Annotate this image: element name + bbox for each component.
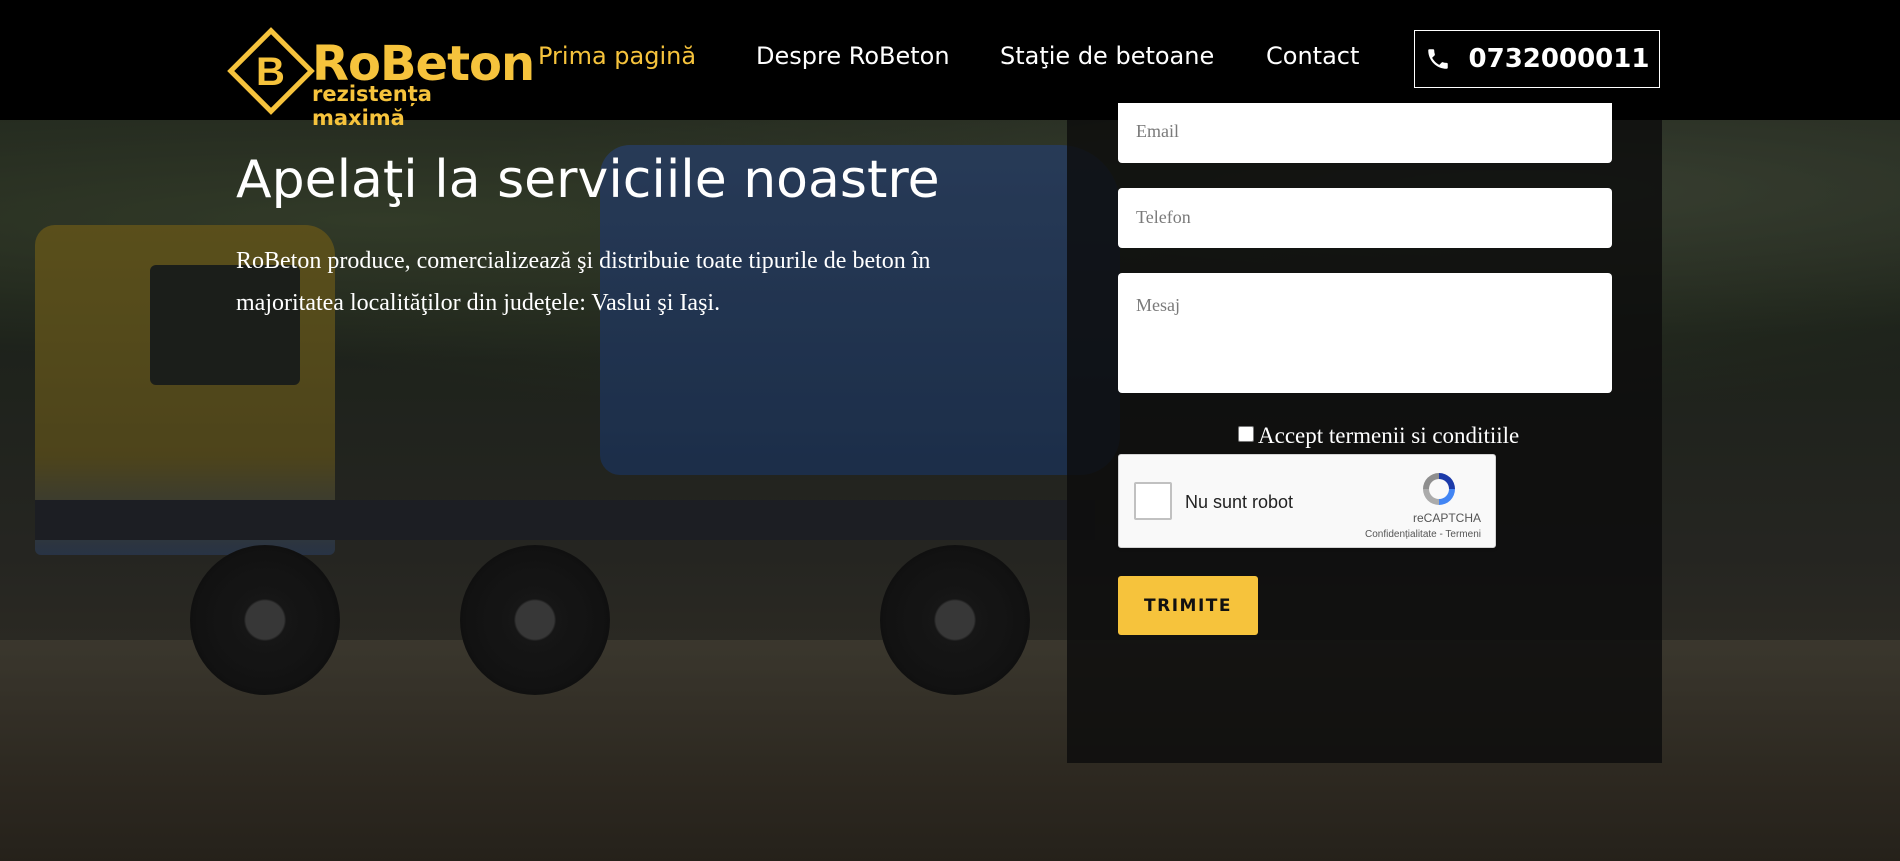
phone-number: 0732000011 [1468,44,1650,74]
logo-tagline: rezistența maximă [312,82,432,130]
accept-terms-checkbox[interactable] [1238,426,1254,442]
hero-description: RoBeton produce, comercializează şi dist… [236,248,931,316]
recaptcha-brand: reCAPTCHA [1412,511,1481,525]
nav-concrete-station[interactable]: Staţie de betoane [1000,42,1214,70]
site-header: B RoBeton rezistența maximă Prima pagină… [0,0,1900,130]
nav-home[interactable]: Prima pagină [538,42,696,70]
nav-about[interactable]: Despre RoBeton [756,42,950,70]
hero-title: Apelaţi la serviciile noastre [236,150,940,210]
recaptcha-widget: Nu sunt robot reCAPTCHA Confidențialitat… [1118,454,1496,548]
nav-contact[interactable]: Contact [1266,42,1359,70]
submit-button[interactable]: TRIMITE [1118,576,1258,635]
phone-field[interactable]: Telefon [1118,188,1612,248]
recaptcha-checkbox[interactable] [1134,482,1172,520]
recaptcha-logo-icon [1423,473,1455,505]
logo-letter: B [256,50,285,94]
accept-terms[interactable]: Accept termenii si conditiile [1238,423,1519,449]
site-logo[interactable]: B RoBeton rezistența maximă [227,27,535,130]
recaptcha-label: Nu sunt robot [1185,492,1294,512]
accept-terms-label: Accept termenii si conditiile [1258,423,1520,448]
message-field[interactable]: Mesaj [1118,273,1612,393]
phone-button[interactable]: 0732000011 [1414,30,1660,88]
recaptcha-links[interactable]: Confidențialitate - Termeni [1365,529,1481,540]
email-field[interactable]: Email [1118,103,1612,163]
phone-icon [1427,49,1448,69]
